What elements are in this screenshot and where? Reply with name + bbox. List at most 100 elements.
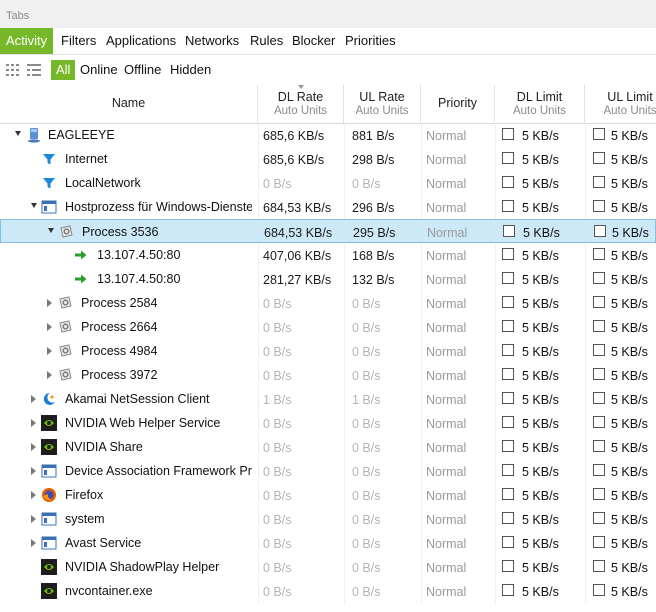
tree-row[interactable]: Process 2584 0 B/s 0 B/s Normal 5 KB/s 5 KB/s <box>0 291 656 315</box>
expand-arrow-icon[interactable] <box>47 323 52 331</box>
ul-limit-checkbox[interactable] <box>593 440 605 452</box>
row-dl-limit[interactable]: 5 KB/s <box>522 513 559 527</box>
tab-activity[interactable]: Activity <box>0 28 54 54</box>
filter-online-button[interactable]: Online <box>75 60 123 80</box>
row-ul-limit[interactable]: 5 KB/s <box>611 441 648 455</box>
row-dl-limit[interactable]: 5 KB/s <box>522 441 559 455</box>
row-priority[interactable]: Normal <box>426 129 466 143</box>
row-priority[interactable]: Normal <box>427 226 467 240</box>
row-priority[interactable]: Normal <box>426 513 466 527</box>
row-priority[interactable]: Normal <box>426 441 466 455</box>
ul-limit-checkbox[interactable] <box>593 488 605 500</box>
row-priority[interactable]: Normal <box>426 585 466 599</box>
ul-limit-checkbox[interactable] <box>593 368 605 380</box>
expand-arrow-icon[interactable] <box>47 299 52 307</box>
row-dl-limit[interactable]: 5 KB/s <box>522 321 559 335</box>
filter-hidden-button[interactable]: Hidden <box>165 60 216 80</box>
row-dl-limit[interactable]: 5 KB/s <box>522 465 559 479</box>
row-ul-limit[interactable]: 5 KB/s <box>611 489 648 503</box>
row-priority[interactable]: Normal <box>426 297 466 311</box>
tree-row[interactable]: NVIDIA Share 0 B/s 0 B/s Normal 5 KB/s 5 KB/s <box>0 435 656 459</box>
row-dl-limit[interactable]: 5 KB/s <box>522 297 559 311</box>
row-dl-limit[interactable]: 5 KB/s <box>522 417 559 431</box>
row-priority[interactable]: Normal <box>426 561 466 575</box>
tree-row[interactable]: Avast Service 0 B/s 0 B/s Normal 5 KB/s 5 KB/… <box>0 531 656 555</box>
row-ul-limit[interactable]: 5 KB/s <box>611 417 648 431</box>
tab-applications[interactable]: Applications <box>100 28 182 54</box>
column-name[interactable]: Name <box>0 85 258 123</box>
filter-offline-button[interactable]: Offline <box>119 60 166 80</box>
ul-limit-checkbox[interactable] <box>593 248 605 260</box>
collapse-arrow-icon[interactable] <box>31 203 37 208</box>
ul-limit-checkbox[interactable] <box>593 584 605 596</box>
row-ul-limit[interactable]: 5 KB/s <box>611 537 648 551</box>
tree-row[interactable]: Hostprozess für Windows-Dienste 684,53 KB… <box>0 195 656 219</box>
column-ul-rate[interactable]: UL Rate Auto Units <box>344 85 421 123</box>
expand-arrow-icon[interactable] <box>31 539 36 547</box>
ul-limit-checkbox[interactable] <box>593 128 605 140</box>
tree-row[interactable]: Process 3536 684,53 KB/s 295 B/s Normal 5 KB… <box>0 219 656 243</box>
tree-row[interactable]: NVIDIA ShadowPlay Helper 0 B/s 0 B/s Normal… <box>0 555 656 579</box>
row-priority[interactable]: Normal <box>426 153 466 167</box>
row-ul-limit[interactable]: 5 KB/s <box>611 273 648 287</box>
row-ul-limit[interactable]: 5 KB/s <box>611 153 648 167</box>
row-ul-limit[interactable]: 5 KB/s <box>611 369 648 383</box>
tree-row[interactable]: Device Association Framework Prov 0 B/s 0 … <box>0 459 656 483</box>
dl-limit-checkbox[interactable] <box>502 344 514 356</box>
ul-limit-checkbox[interactable] <box>593 464 605 476</box>
dl-limit-checkbox[interactable] <box>502 128 514 140</box>
tree-row[interactable]: system 0 B/s 0 B/s Normal 5 KB/s 5 KB/s <box>0 507 656 531</box>
ul-limit-checkbox[interactable] <box>594 225 606 237</box>
tree-row[interactable]: Akamai NetSession Client 1 B/s 1 B/s Normal… <box>0 387 656 411</box>
dl-limit-checkbox[interactable] <box>502 176 514 188</box>
expand-arrow-icon[interactable] <box>31 443 36 451</box>
tree-row[interactable]: Internet 685,6 KB/s 298 B/s Normal 5 KB/s 5 K… <box>0 147 656 171</box>
row-ul-limit[interactable]: 5 KB/s <box>611 321 648 335</box>
dl-limit-checkbox[interactable] <box>502 440 514 452</box>
row-dl-limit[interactable]: 5 KB/s <box>522 129 559 143</box>
row-dl-limit[interactable]: 5 KB/s <box>522 201 559 215</box>
column-dl-rate[interactable]: DL Rate Auto Units <box>258 85 344 123</box>
ul-limit-checkbox[interactable] <box>593 560 605 572</box>
row-priority[interactable]: Normal <box>426 273 466 287</box>
expand-arrow-icon[interactable] <box>31 419 36 427</box>
row-ul-limit[interactable]: 5 KB/s <box>611 177 648 191</box>
tab-filters[interactable]: Filters <box>55 28 102 54</box>
row-dl-limit[interactable]: 5 KB/s <box>523 226 560 240</box>
ul-limit-checkbox[interactable] <box>593 320 605 332</box>
row-ul-limit[interactable]: 5 KB/s <box>611 465 648 479</box>
expand-arrow-icon[interactable] <box>47 347 52 355</box>
row-priority[interactable]: Normal <box>426 321 466 335</box>
dl-limit-checkbox[interactable] <box>502 152 514 164</box>
row-priority[interactable]: Normal <box>426 537 466 551</box>
row-dl-limit[interactable]: 5 KB/s <box>522 249 559 263</box>
dl-limit-checkbox[interactable] <box>502 368 514 380</box>
dl-limit-checkbox[interactable] <box>502 248 514 260</box>
row-dl-limit[interactable]: 5 KB/s <box>522 369 559 383</box>
row-priority[interactable]: Normal <box>426 249 466 263</box>
tree-row[interactable]: Process 3972 0 B/s 0 B/s Normal 5 KB/s 5 KB/s <box>0 363 656 387</box>
ul-limit-checkbox[interactable] <box>593 152 605 164</box>
ul-limit-checkbox[interactable] <box>593 200 605 212</box>
dl-limit-checkbox[interactable] <box>502 320 514 332</box>
row-dl-limit[interactable]: 5 KB/s <box>522 537 559 551</box>
row-priority[interactable]: Normal <box>426 201 466 215</box>
dl-limit-checkbox[interactable] <box>502 392 514 404</box>
tree-row[interactable]: Firefox 0 B/s 0 B/s Normal 5 KB/s 5 KB/s <box>0 483 656 507</box>
ul-limit-checkbox[interactable] <box>593 344 605 356</box>
expand-arrow-icon[interactable] <box>31 491 36 499</box>
row-dl-limit[interactable]: 5 KB/s <box>522 177 559 191</box>
tree-row[interactable]: nvcontainer.exe 0 B/s 0 B/s Normal 5 KB/s 5 K… <box>0 579 656 603</box>
tree-row[interactable]: NVIDIA Web Helper Service 0 B/s 0 B/s Norma… <box>0 411 656 435</box>
dl-limit-checkbox[interactable] <box>502 512 514 524</box>
row-ul-limit[interactable]: 5 KB/s <box>611 561 648 575</box>
row-dl-limit[interactable]: 5 KB/s <box>522 273 559 287</box>
dl-limit-checkbox[interactable] <box>502 464 514 476</box>
expand-arrow-icon[interactable] <box>31 395 36 403</box>
row-ul-limit[interactable]: 5 KB/s <box>611 345 648 359</box>
tree-row[interactable]: Process 4984 0 B/s 0 B/s Normal 5 KB/s 5 KB/s <box>0 339 656 363</box>
dl-limit-checkbox[interactable] <box>502 488 514 500</box>
column-priority[interactable]: Priority <box>421 85 495 123</box>
dl-limit-checkbox[interactable] <box>502 272 514 284</box>
ul-limit-checkbox[interactable] <box>593 392 605 404</box>
